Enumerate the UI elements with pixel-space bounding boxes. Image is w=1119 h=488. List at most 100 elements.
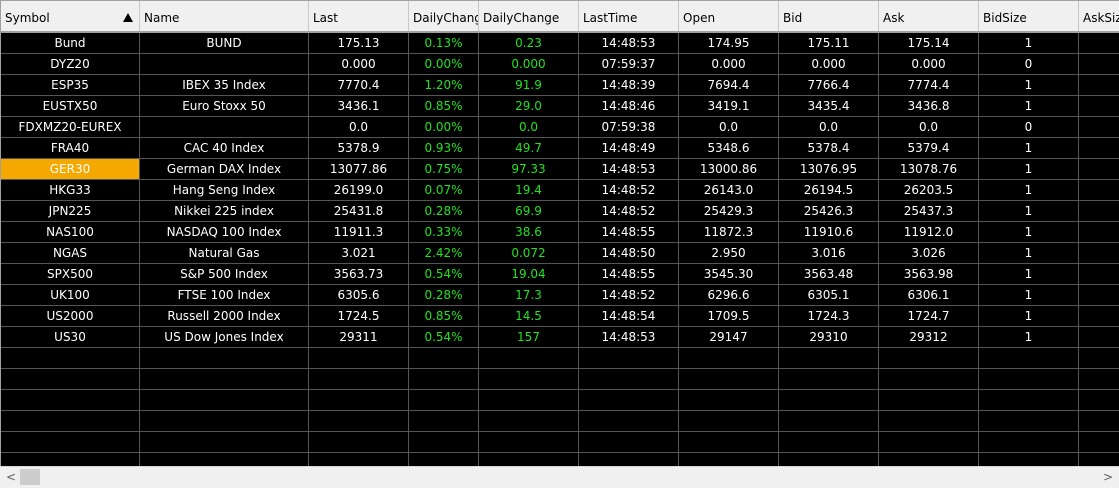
- cell-asksiz[interactable]: [1079, 369, 1119, 390]
- cell-open[interactable]: 1709.5: [679, 306, 779, 327]
- cell-symbol[interactable]: [1, 348, 140, 369]
- cell-open[interactable]: 7694.4: [679, 75, 779, 96]
- cell-asksiz[interactable]: [1079, 159, 1119, 180]
- cell-bidsize[interactable]: [979, 411, 1079, 432]
- cell-name[interactable]: [140, 54, 309, 75]
- cell-lasttime[interactable]: [579, 369, 679, 390]
- cell-symbol[interactable]: [1, 411, 140, 432]
- cell-bid[interactable]: [779, 369, 879, 390]
- table-row[interactable]: Bund BUND 175.13 0.13% 0.23 14:48:53 174.95 175…: [1, 33, 1119, 54]
- cell-dailychang[interactable]: 0.07%: [409, 180, 479, 201]
- cell-ask[interactable]: 26203.5: [879, 180, 979, 201]
- cell-bidsize[interactable]: [979, 453, 1079, 466]
- cell-symbol[interactable]: FDXMZ20-EUREX: [1, 117, 140, 138]
- cell-asksiz[interactable]: [1079, 117, 1119, 138]
- cell-name[interactable]: CAC 40 Index: [140, 138, 309, 159]
- column-header-bid[interactable]: Bid: [779, 1, 879, 31]
- cell-bidsize[interactable]: 1: [979, 285, 1079, 306]
- cell-lasttime[interactable]: 14:48:52: [579, 201, 679, 222]
- cell-bidsize[interactable]: 1: [979, 327, 1079, 348]
- cell-bidsize[interactable]: 1: [979, 75, 1079, 96]
- cell-bid[interactable]: [779, 390, 879, 411]
- cell-lasttime[interactable]: 14:48:53: [579, 33, 679, 54]
- cell-symbol[interactable]: DYZ20: [1, 54, 140, 75]
- cell-dailychang[interactable]: 0.00%: [409, 117, 479, 138]
- cell-dailychang[interactable]: [409, 348, 479, 369]
- cell-name[interactable]: US Dow Jones Index: [140, 327, 309, 348]
- cell-symbol[interactable]: NAS100: [1, 222, 140, 243]
- cell-open[interactable]: 25429.3: [679, 201, 779, 222]
- cell-last[interactable]: 175.13: [309, 33, 409, 54]
- cell-asksiz[interactable]: [1079, 138, 1119, 159]
- cell-bidsize[interactable]: 1: [979, 96, 1079, 117]
- cell-bidsize[interactable]: 1: [979, 138, 1079, 159]
- cell-open[interactable]: 3545.30: [679, 264, 779, 285]
- table-row[interactable]: FRA40 CAC 40 Index 5378.9 0.93% 49.7 14:48:49…: [1, 138, 1119, 159]
- cell-lasttime[interactable]: 14:48:52: [579, 285, 679, 306]
- cell-dailychange[interactable]: [479, 411, 579, 432]
- cell-dailychange[interactable]: [479, 390, 579, 411]
- cell-open[interactable]: [679, 369, 779, 390]
- cell-symbol[interactable]: HKG33: [1, 180, 140, 201]
- cell-name[interactable]: NASDAQ 100 Index: [140, 222, 309, 243]
- cell-asksiz[interactable]: [1079, 96, 1119, 117]
- cell-symbol[interactable]: [1, 390, 140, 411]
- cell-bid[interactable]: 29310: [779, 327, 879, 348]
- table-row[interactable]: NAS100 NASDAQ 100 Index 11911.3 0.33% 38.6 14…: [1, 222, 1119, 243]
- cell-dailychange[interactable]: [479, 453, 579, 466]
- cell-lasttime[interactable]: 14:48:39: [579, 75, 679, 96]
- cell-ask[interactable]: 5379.4: [879, 138, 979, 159]
- cell-name[interactable]: Nikkei 225 index: [140, 201, 309, 222]
- cell-dailychange[interactable]: 38.6: [479, 222, 579, 243]
- cell-last[interactable]: [309, 432, 409, 453]
- cell-symbol[interactable]: [1, 369, 140, 390]
- cell-bid[interactable]: [779, 453, 879, 466]
- cell-dailychang[interactable]: 0.85%: [409, 306, 479, 327]
- cell-open[interactable]: [679, 453, 779, 466]
- cell-symbol[interactable]: FRA40: [1, 138, 140, 159]
- cell-last[interactable]: 13077.86: [309, 159, 409, 180]
- column-header-open[interactable]: Open: [679, 1, 779, 31]
- cell-lasttime[interactable]: [579, 432, 679, 453]
- cell-open[interactable]: 2.950: [679, 243, 779, 264]
- cell-last[interactable]: 3.021: [309, 243, 409, 264]
- cell-asksiz[interactable]: [1079, 390, 1119, 411]
- cell-dailychange[interactable]: 29.0: [479, 96, 579, 117]
- cell-dailychang[interactable]: 0.33%: [409, 222, 479, 243]
- cell-name[interactable]: Hang Seng Index: [140, 180, 309, 201]
- cell-last[interactable]: 0.0: [309, 117, 409, 138]
- cell-name[interactable]: BUND: [140, 33, 309, 54]
- cell-lasttime[interactable]: [579, 453, 679, 466]
- cell-name[interactable]: [140, 117, 309, 138]
- cell-last[interactable]: 1724.5: [309, 306, 409, 327]
- cell-name[interactable]: [140, 411, 309, 432]
- cell-symbol[interactable]: JPN225: [1, 201, 140, 222]
- cell-lasttime[interactable]: 14:48:55: [579, 264, 679, 285]
- scrollbar-thumb[interactable]: [20, 469, 40, 485]
- cell-bid[interactable]: 7766.4: [779, 75, 879, 96]
- cell-dailychang[interactable]: [409, 390, 479, 411]
- cell-bid[interactable]: 5378.4: [779, 138, 879, 159]
- cell-ask[interactable]: 1724.7: [879, 306, 979, 327]
- cell-dailychange[interactable]: 97.33: [479, 159, 579, 180]
- cell-dailychang[interactable]: 0.54%: [409, 327, 479, 348]
- cell-asksiz[interactable]: [1079, 306, 1119, 327]
- cell-dailychange[interactable]: 0.000: [479, 54, 579, 75]
- cell-symbol[interactable]: ESP35: [1, 75, 140, 96]
- cell-dailychange[interactable]: 17.3: [479, 285, 579, 306]
- cell-bidsize[interactable]: 1: [979, 243, 1079, 264]
- table-row[interactable]: NGAS Natural Gas 3.021 2.42% 0.072 14:48:50 2.…: [1, 243, 1119, 264]
- cell-ask[interactable]: 3436.8: [879, 96, 979, 117]
- cell-dailychange[interactable]: 0.0: [479, 117, 579, 138]
- cell-dailychange[interactable]: 19.4: [479, 180, 579, 201]
- cell-dailychange[interactable]: 0.23: [479, 33, 579, 54]
- cell-lasttime[interactable]: 14:48:54: [579, 306, 679, 327]
- cell-bid[interactable]: 0.000: [779, 54, 879, 75]
- cell-dailychange[interactable]: 157: [479, 327, 579, 348]
- cell-symbol-selected[interactable]: GER30: [1, 159, 140, 180]
- cell-open[interactable]: 11872.3: [679, 222, 779, 243]
- table-row[interactable]: GER30 German DAX Index 13077.86 0.75% 97.33 1…: [1, 159, 1119, 180]
- cell-name[interactable]: Natural Gas: [140, 243, 309, 264]
- column-header-asksiz[interactable]: AskSiz: [1079, 1, 1119, 31]
- cell-name[interactable]: Russell 2000 Index: [140, 306, 309, 327]
